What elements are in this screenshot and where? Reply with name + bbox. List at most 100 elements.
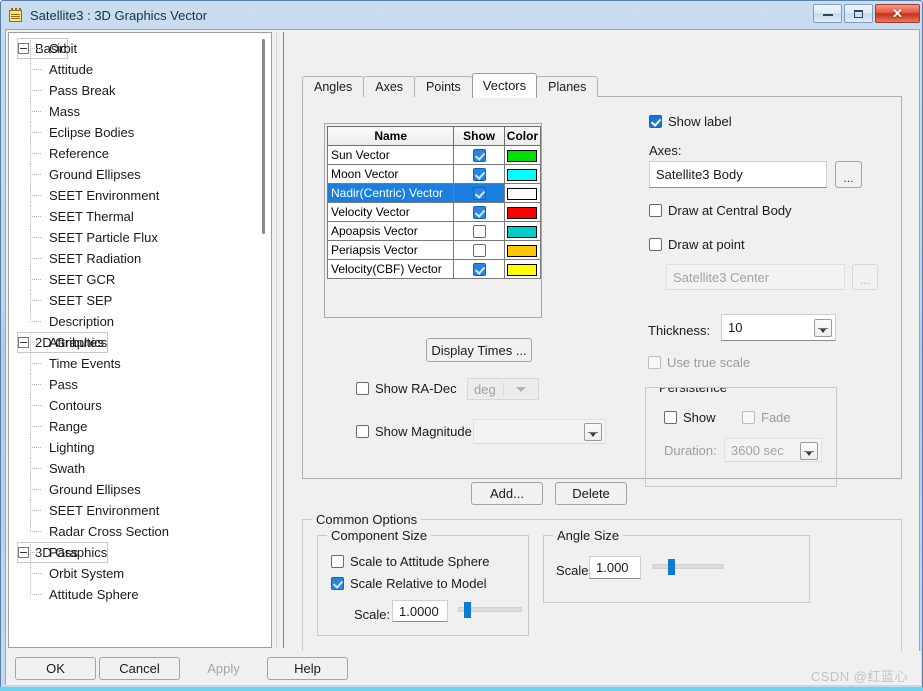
color-swatch[interactable] <box>507 187 538 200</box>
column-header-color[interactable]: Color <box>503 126 542 146</box>
delete-button[interactable]: Delete <box>555 482 627 505</box>
tree-item-seet-radiation[interactable]: SEET Radiation <box>17 248 257 269</box>
axes-field[interactable]: Satellite3 Body <box>649 161 827 188</box>
draw-at-central-body-checkbox[interactable] <box>649 204 662 217</box>
maximize-button[interactable] <box>844 4 873 23</box>
tree-item-orbit-system[interactable]: Orbit System <box>17 563 257 584</box>
tree-scrollbar-thumb[interactable] <box>262 39 265 234</box>
slider-thumb[interactable] <box>463 602 471 618</box>
duration-spinner[interactable] <box>800 442 818 460</box>
scale-to-attitude-sphere-row[interactable]: Scale to Attitude Sphere <box>331 554 489 569</box>
table-row[interactable]: Periapsis Vector <box>326 240 542 260</box>
vector-color-cell[interactable] <box>503 164 542 184</box>
vector-color-cell[interactable] <box>503 145 542 165</box>
tree-item-seet-gcr[interactable]: SEET GCR <box>17 269 257 290</box>
vector-color-cell[interactable] <box>503 240 542 260</box>
ra-dec-units-combo[interactable]: deg <box>467 378 539 400</box>
tree-item-attributes[interactable]: Attributes <box>17 332 257 353</box>
show-magnitude-row[interactable]: Show Magnitude <box>356 424 472 439</box>
color-swatch[interactable] <box>507 263 538 276</box>
persistence-fade-checkbox[interactable] <box>742 411 755 424</box>
column-header-show[interactable]: Show <box>453 126 505 146</box>
slider-thumb[interactable] <box>667 559 675 575</box>
show-ra-dec-row[interactable]: Show RA-Dec <box>356 381 457 396</box>
show-magnitude-checkbox[interactable] <box>356 425 369 438</box>
vector-show-cell[interactable] <box>453 183 505 203</box>
axes-browse-button[interactable]: ... <box>835 161 862 188</box>
tree-item-lighting[interactable]: Lighting <box>17 437 257 458</box>
vector-show-checkbox[interactable] <box>472 263 486 277</box>
draw-at-central-body-row[interactable]: Draw at Central Body <box>649 203 792 218</box>
tree-item-pass[interactable]: Pass <box>17 542 257 563</box>
tree-item-attitude[interactable]: Attitude <box>17 59 257 80</box>
ok-button[interactable]: OK <box>15 657 96 680</box>
vector-color-cell[interactable] <box>503 221 542 241</box>
persistence-duration-field[interactable]: 3600 sec <box>724 438 822 462</box>
tree-item-ground-ellipses[interactable]: Ground Ellipses <box>17 479 257 500</box>
tree-item-attitude-sphere[interactable]: Attitude Sphere <box>17 584 257 605</box>
tree-item-orbit[interactable]: Orbit <box>17 38 257 59</box>
tree-item-seet-thermal[interactable]: SEET Thermal <box>17 206 257 227</box>
tree-item-time-events[interactable]: Time Events <box>17 353 257 374</box>
vector-color-cell[interactable] <box>503 183 542 203</box>
scale-relative-to-model-row[interactable]: Scale Relative to Model <box>331 576 487 591</box>
tab-angles[interactable]: Angles <box>302 76 365 97</box>
table-row[interactable]: Moon Vector <box>326 164 542 184</box>
vector-show-checkbox[interactable] <box>472 168 486 182</box>
tree-item-radar-cross-section[interactable]: Radar Cross Section <box>17 521 257 542</box>
magnitude-field[interactable] <box>473 419 606 444</box>
vector-name-cell[interactable]: Sun Vector <box>326 145 455 165</box>
draw-point-browse-button[interactable]: ... <box>852 264 878 290</box>
tab-vectors[interactable]: Vectors <box>471 73 538 98</box>
thickness-field[interactable]: 10 <box>721 314 836 341</box>
tree-item-contours[interactable]: Contours <box>17 395 257 416</box>
angle-scale-slider[interactable] <box>652 558 724 576</box>
vector-show-checkbox[interactable] <box>472 187 486 201</box>
table-row[interactable]: Sun Vector <box>326 145 542 165</box>
vector-show-cell[interactable] <box>453 164 505 184</box>
persistence-show-row[interactable]: Show <box>664 410 716 425</box>
table-row[interactable]: Apoapsis Vector <box>326 221 542 241</box>
color-swatch[interactable] <box>507 244 538 257</box>
tree-item-pass-break[interactable]: Pass Break <box>17 80 257 101</box>
tree-item-seet-environment[interactable]: SEET Environment <box>17 185 257 206</box>
color-swatch[interactable] <box>507 168 538 181</box>
vector-color-cell[interactable] <box>503 259 542 279</box>
vector-show-checkbox[interactable] <box>472 225 486 239</box>
table-row[interactable]: Velocity(CBF) Vector <box>326 259 542 279</box>
tree-item-seet-particle-flux[interactable]: SEET Particle Flux <box>17 227 257 248</box>
vector-name-cell[interactable]: Periapsis Vector <box>326 240 455 260</box>
color-swatch[interactable] <box>507 206 538 219</box>
column-header-name[interactable]: Name <box>326 126 455 146</box>
tree-item-reference[interactable]: Reference <box>17 143 257 164</box>
tree-item-range[interactable]: Range <box>17 416 257 437</box>
tree-item-mass[interactable]: Mass <box>17 101 257 122</box>
draw-at-point-row[interactable]: Draw at point <box>649 237 745 252</box>
minimize-button[interactable] <box>813 4 842 23</box>
use-true-scale-checkbox[interactable] <box>648 356 661 369</box>
vector-name-cell[interactable]: Nadir(Centric) Vector <box>326 183 455 203</box>
tree-item-ground-ellipses[interactable]: Ground Ellipses <box>17 164 257 185</box>
apply-button[interactable]: Apply <box>183 657 264 680</box>
vector-color-cell[interactable] <box>503 202 542 222</box>
tree-item-seet-sep[interactable]: SEET SEP <box>17 290 257 311</box>
vector-name-cell[interactable]: Velocity(CBF) Vector <box>326 259 455 279</box>
magnitude-spinner[interactable] <box>584 423 602 441</box>
pane-splitter[interactable] <box>276 32 284 648</box>
help-button[interactable]: Help <box>267 657 348 680</box>
persistence-fade-row[interactable]: Fade <box>742 410 791 425</box>
display-times-button[interactable]: Display Times ... <box>426 338 532 362</box>
vector-name-cell[interactable]: Apoapsis Vector <box>326 221 455 241</box>
add-button[interactable]: Add... <box>471 482 543 505</box>
vector-show-cell[interactable] <box>453 240 505 260</box>
vector-list-panel[interactable]: Name Show Color Sun Vector Moon Vector Nad… <box>324 123 542 318</box>
vector-name-cell[interactable]: Velocity Vector <box>326 202 455 222</box>
show-label-checkbox[interactable] <box>649 115 662 128</box>
color-swatch[interactable] <box>507 225 538 238</box>
tab-planes[interactable]: Planes <box>536 76 599 97</box>
scale-to-attitude-sphere-checkbox[interactable] <box>331 555 344 568</box>
cancel-button[interactable]: Cancel <box>99 657 180 680</box>
tab-points[interactable]: Points <box>414 76 473 97</box>
vector-show-cell[interactable] <box>453 259 505 279</box>
show-ra-dec-checkbox[interactable] <box>356 382 369 395</box>
